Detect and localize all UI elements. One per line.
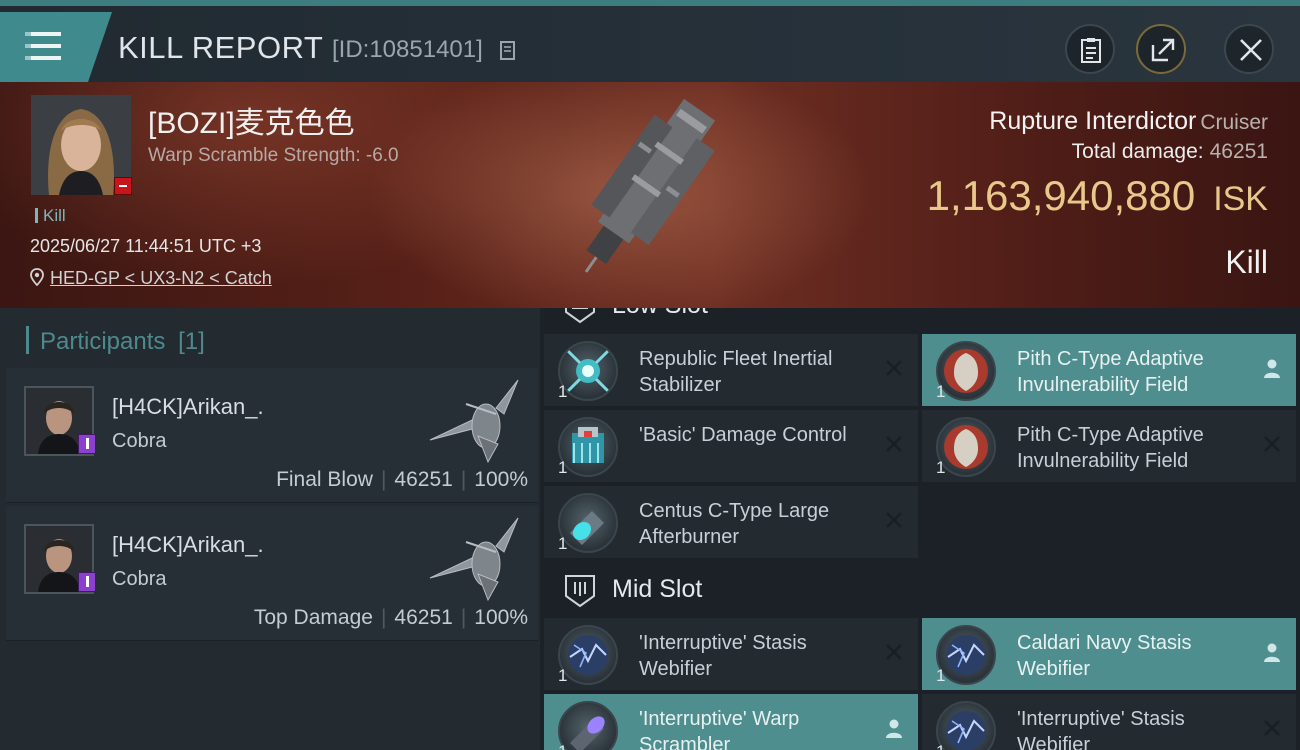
participant-name[interactable]: [H4CK]Arikan_. [112, 532, 264, 558]
module-quantity: 1 [558, 666, 568, 685]
total-damage: Total damage: 46251 [1072, 140, 1268, 164]
module-quantity: 1 [558, 382, 568, 401]
security-status-badge [114, 177, 132, 195]
participant-role: Final Blow [276, 468, 373, 491]
low-slot-icon [565, 308, 595, 324]
isk-unit: ISK [1213, 180, 1268, 218]
victim-ship-name[interactable]: Rupture Interdictor Cruiser [989, 107, 1268, 136]
copy-icon[interactable] [500, 41, 518, 63]
destroyed-icon [886, 644, 902, 660]
destroyed-icon [1264, 436, 1280, 452]
kill-type-tag: Kill [35, 206, 66, 226]
isk-amount: 1,163,940,880 [926, 172, 1196, 219]
header-bar: KILL REPORT [ID:10851401] [0, 0, 1300, 84]
close-icon [1240, 39, 1262, 61]
total-damage-value: 46251 [1209, 140, 1268, 163]
module-item[interactable]: 1 'Interruptive' Warp Scrambler [544, 694, 918, 750]
module-quantity: 1 [936, 666, 946, 685]
module-name: Pith C-Type Adaptive Invulnerability Fie… [1017, 424, 1204, 472]
participant-ship-image [429, 517, 519, 602]
module-item[interactable]: 1 Republic Fleet Inertial Stabilizer [544, 334, 918, 406]
module-quantity: 1 [936, 458, 946, 477]
report-button[interactable] [1065, 24, 1115, 74]
hamburger-icon [25, 32, 61, 60]
module-name: Republic Fleet Inertial Stabilizer [639, 348, 833, 396]
participant-ship: Cobra [112, 430, 167, 452]
participant-row[interactable]: [H4CK]Arikan_. Cobra Top Damage | 46251 | 10… [6, 506, 538, 641]
warp-scramble-strength: Warp Scramble Strength: -6.0 [148, 145, 399, 166]
module-name: 'Basic' Damage Control [639, 424, 847, 446]
kill-datetime: 2025/06/27 11:44:51 UTC +3 [30, 236, 262, 256]
module-quantity: 1 [936, 742, 945, 750]
location-text[interactable]: HED-GP < UX3-N2 < Catch [50, 268, 272, 288]
module-name: 'Interruptive' Warp Scrambler [639, 708, 800, 750]
destroyed-icon [886, 512, 902, 528]
participant-percent: 100% [474, 606, 528, 629]
module-quantity: 1 [936, 382, 946, 401]
ship-type: Rupture Interdictor [989, 107, 1197, 135]
participant-role: Top Damage [253, 606, 373, 629]
victim-banner: [BOZI]麦克色色 Warp Scramble Strength: -6.0 … [0, 82, 1300, 308]
participants-title: Participants [40, 328, 166, 355]
participants-panel: Participants [1] [H4CK]Arikan_. Cobra Fi… [0, 308, 540, 750]
module-item[interactable]: 1 Pith C-Type Adaptive Invulnerability F… [922, 334, 1296, 406]
participants-count: [1] [178, 328, 205, 355]
module-item[interactable]: 1 Centus C-Type Large Afterburner [544, 486, 918, 558]
module-name: Pith C-Type Adaptive Invulnerability Fie… [1017, 348, 1204, 396]
participant-ship: Cobra [112, 568, 167, 590]
location-pin-icon [30, 268, 44, 287]
participant-stats: Top Damage | 46251 | 100% [253, 606, 528, 629]
corp-badge [78, 434, 96, 454]
total-damage-label: Total damage: [1071, 140, 1204, 163]
module-item[interactable]: 1 Pith C-Type Adaptive Invulnerability F… [922, 410, 1296, 482]
low-slot-label: Low Slot [612, 308, 708, 320]
kill-location-link[interactable]: HED-GP < UX3-N2 < Catch [30, 268, 272, 289]
participant-damage: 46251 [394, 468, 453, 491]
module-name: 'Interruptive' Stasis Webifier [639, 632, 807, 680]
participant-row[interactable]: [H4CK]Arikan_. Cobra Final Blow | 46251 | 10… [6, 368, 538, 503]
dropped-person-icon [1264, 359, 1280, 378]
module-item[interactable]: 1 'Interruptive' Stasis Webifier [544, 618, 918, 690]
isk-value: 1,163,940,880 ISK [927, 172, 1268, 220]
low-slot-header: Low Slot [544, 308, 1300, 334]
participant-damage: 46251 [394, 606, 453, 629]
kill-result-label: Kill [1225, 244, 1268, 280]
module-name: Caldari Navy Stasis Webifier [1017, 632, 1192, 680]
module-name: 'Interruptive' Stasis Webifier [1017, 708, 1185, 750]
clipboard-icon [1081, 38, 1101, 63]
share-button[interactable] [1136, 24, 1186, 74]
participant-stats: Final Blow | 46251 | 100% [276, 468, 528, 491]
participant-ship-image [429, 379, 519, 464]
module-item[interactable]: 1 Caldari Navy Stasis Webifier [922, 618, 1296, 690]
module-quantity: 1 [558, 458, 568, 477]
destroyed-icon [886, 360, 902, 376]
participant-percent: 100% [474, 468, 528, 491]
dropped-person-icon [1264, 643, 1280, 662]
dropped-person-icon [886, 719, 902, 738]
destroyed-icon [1264, 720, 1280, 736]
page-title: KILL REPORT [118, 30, 324, 65]
mid-slot-label: Mid Slot [612, 575, 703, 603]
module-quantity: 1 [558, 742, 567, 750]
destroyed-icon [886, 436, 902, 452]
ship-class: Cruiser [1200, 111, 1268, 134]
menu-button[interactable] [0, 12, 112, 84]
module-item[interactable]: 1 'Basic' Damage Control [544, 410, 918, 482]
report-id: [ID:10851401] [332, 36, 483, 63]
participant-name[interactable]: [H4CK]Arikan_. [112, 394, 264, 420]
module-quantity: 1 [558, 534, 568, 553]
module-item[interactable]: 1 'Interruptive' Stasis Webifier [922, 694, 1296, 750]
victim-name[interactable]: [BOZI]麦克色色 [148, 98, 355, 142]
share-icon [1151, 38, 1175, 62]
mid-slot-header: Mid Slot [544, 562, 1300, 618]
victim-ship-image [584, 98, 716, 273]
mid-slot-icon [565, 575, 595, 608]
fitting-panel[interactable]: Low Slot 1 Republic Fleet Inertial Stabi… [544, 308, 1300, 750]
participants-header: Participants [1] [26, 326, 205, 356]
module-name: Centus C-Type Large Afterburner [639, 500, 830, 548]
corp-badge [78, 572, 96, 592]
close-button[interactable] [1224, 24, 1274, 74]
